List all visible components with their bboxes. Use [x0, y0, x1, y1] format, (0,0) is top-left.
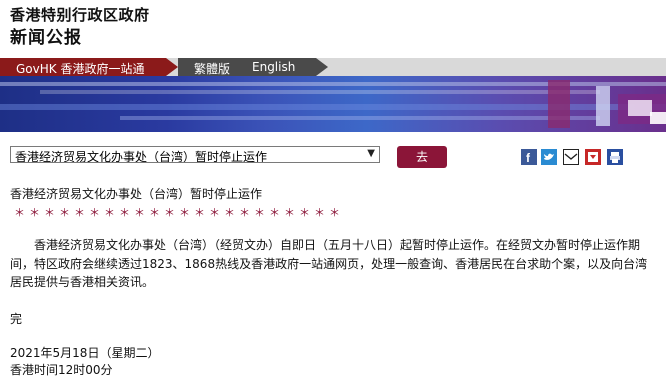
- release-date: 2021年5月18日（星期二）: [10, 346, 160, 360]
- govhk-link[interactable]: GovHK 香港政府一站通: [0, 58, 166, 76]
- nav-divider-end: [316, 58, 328, 76]
- star-divider: ＊＊＊＊＊＊＊＊＊＊＊＊＊＊＊＊＊＊＊＊＊＊: [14, 206, 344, 219]
- language-links: 繁體版 English: [178, 58, 316, 76]
- release-time: 香港时间12时00分: [10, 363, 113, 377]
- govhk-label: GovHK 香港政府一站通: [16, 62, 145, 76]
- top-nav: GovHK 香港政府一站通 繁體版 English: [0, 58, 666, 76]
- go-button[interactable]: 去: [397, 146, 447, 168]
- nav-divider: [166, 58, 178, 76]
- press-release-select[interactable]: 香港经济贸易文化办事处（台湾）暂时停止运作 ▼: [10, 146, 380, 163]
- svg-text:f: f: [526, 151, 531, 165]
- chevron-down-icon: ▼: [367, 148, 375, 159]
- traditional-chinese-link[interactable]: 繁體版: [194, 60, 230, 77]
- english-link[interactable]: English: [252, 60, 295, 74]
- page-header: 香港特别行政区政府 新闻公报: [0, 0, 666, 58]
- article-body: 香港经济贸易文化办事处（台湾）（经贸文办）自即日（五月十八日）起暂时停止运作。在…: [10, 238, 648, 289]
- decorative-banner: [0, 76, 666, 132]
- article-title: 香港经济贸易文化办事处（台湾）暂时停止运作: [10, 187, 263, 201]
- facebook-icon[interactable]: f: [521, 149, 537, 165]
- email-icon[interactable]: [563, 149, 579, 165]
- org-name: 香港特别行政区政府: [10, 6, 150, 24]
- print-icon[interactable]: [607, 149, 623, 165]
- twitter-icon[interactable]: [541, 149, 557, 165]
- bookmark-icon[interactable]: [585, 149, 601, 165]
- select-value: 香港经济贸易文化办事处（台湾）暂时停止运作: [15, 150, 268, 163]
- section-title: 新闻公报: [10, 28, 82, 48]
- end-mark: 完: [10, 312, 23, 326]
